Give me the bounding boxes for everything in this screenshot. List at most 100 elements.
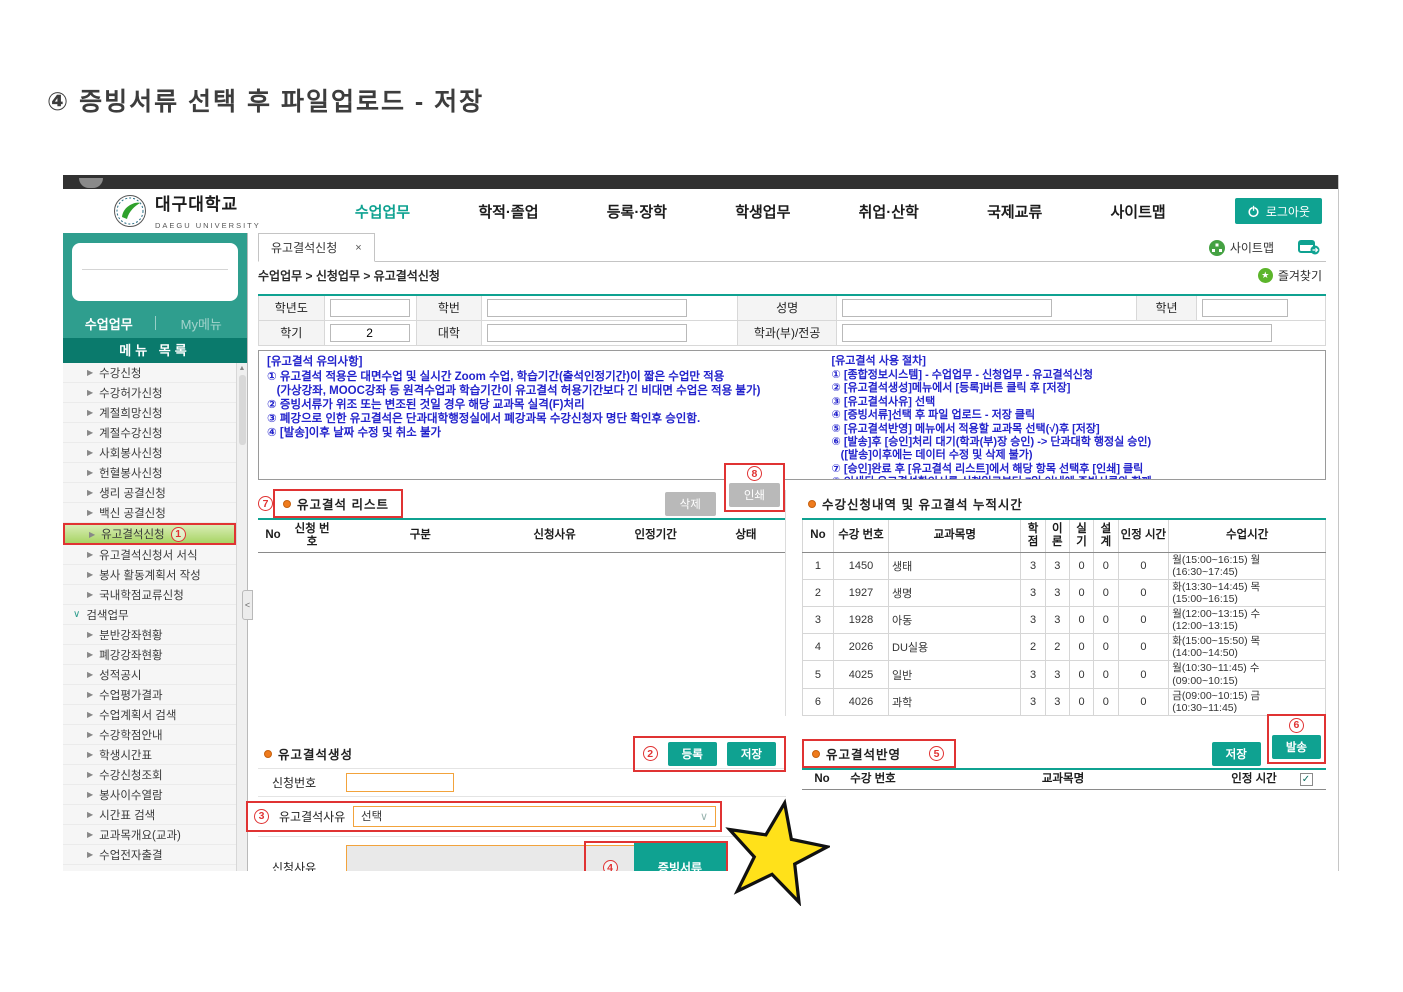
sidebar-item[interactable]: ▶수업계획서 검색 [63,705,236,725]
absence-list-empty [258,553,785,713]
notice-line: ④ [발송]이후 날짜 수정 및 취소 불가 [267,426,824,440]
highlight-star-icon [722,798,830,906]
star-icon: ★ [1258,268,1273,283]
name-label: 성명 [737,295,836,320]
name-input[interactable] [842,299,1052,317]
college-input[interactable] [487,324,687,342]
chevron-down-icon: ∨ [73,609,80,620]
sidebar-group-search[interactable]: ∨ 검색업무 [63,605,236,625]
triangle-right-icon: ▶ [87,428,93,437]
sitemap-link[interactable]: 사이트맵 [1209,239,1274,256]
request-no-input[interactable] [346,773,454,792]
sidebar-item[interactable]: ▶봉사 활동계획서 작성 [63,565,236,585]
sidebar-item[interactable]: ▶사회봉사신청 [63,443,236,463]
breadcrumb-row: 수업업무 > 신청업무 > 유고결석신청 ★ 즐겨찾기 [258,262,1326,289]
notice-line: ([발송]이후에는 데이터 수정 및 삭제 불가) [832,449,1318,462]
sidebar-item[interactable]: ▶학생시간표 [63,745,236,765]
annotation-box-5: 유고결석반영 5 [802,739,956,768]
triangle-right-icon: ▶ [87,690,93,699]
grade-input[interactable] [1202,299,1288,317]
nav-item[interactable]: 국제교류 [987,201,1042,222]
sidebar-tab-mymenu[interactable]: My메뉴 [156,314,248,333]
university-logo-icon [113,194,147,228]
nav-item[interactable]: 사이트맵 [1111,201,1166,222]
nav-item[interactable]: 등록·장학 [607,201,667,222]
favorite-button[interactable]: ★ 즐겨찾기 [1258,267,1322,284]
notice-procedure-title: [유고결석 사용 절차] [832,355,1318,368]
sidebar-item[interactable]: ▶수강허가신청 [63,383,236,403]
nav-item[interactable]: 학생업무 [735,201,790,222]
user-info-box [72,243,238,301]
annotation-4: 4 [603,860,618,871]
nav-item[interactable]: 학적·졸업 [478,201,538,222]
notice-box: [유고결석 유의사항] ① 유고결석 적용은 대면수업 및 실시간 Zoom 수… [258,350,1326,480]
scroll-up-icon[interactable]: ▲ [239,365,246,372]
sitemap-icon [1209,240,1225,256]
save-apply-button[interactable]: 저장 [1212,742,1261,766]
app-header: 대구대학교 DAEGU UNIVERSITY 수업업무 학적·졸업등록·장학학생… [63,189,1338,233]
studentno-label: 학번 [416,295,482,320]
sidebar-item[interactable]: ▶생리 공결신청 [63,483,236,503]
major-input[interactable] [842,324,1272,342]
absence-apply-table: No 수강 번호 교과목명 인정 시간 ✓ [802,768,1326,790]
popup-window-icon[interactable] [1298,240,1320,255]
sidebar-item[interactable]: ▶분반강좌현황 [63,625,236,645]
sidebar-item[interactable]: ▶수강학점안내 [63,725,236,745]
annotation-1: 1 [171,527,186,542]
sidebar-item[interactable]: ▶계절수강신청 [63,423,236,443]
delete-button[interactable]: 삭제 [665,492,716,516]
annotation-box-4: 4 증빙서류 [584,841,728,871]
attach-document-button[interactable]: 증빙서류 [634,843,726,871]
tab-absence-apply[interactable]: 유고결석신청 × [258,233,375,262]
annotation-box-2: 2 등록 저장 [633,736,786,772]
semester-input[interactable] [330,324,410,342]
triangle-right-icon: ▶ [87,508,93,517]
sidebar-item[interactable]: ▶백신 공결신청 [63,503,236,523]
sidebar-item-absence-apply[interactable]: ▶ 유고결석신청 1 [63,523,236,545]
sidebar-item[interactable]: ▶봉사이수열람 [63,785,236,805]
chevron-down-icon: ∨ [700,810,708,823]
sidebar-item[interactable]: ▶헌혈봉사신청 [63,463,236,483]
print-button[interactable]: 인쇄 [729,483,780,507]
notice-line: ④ [증빙서류]선택 후 파일 업로드 - 저장 클릭 [832,409,1318,422]
year-input[interactable] [330,299,410,317]
grade-label: 학년 [1137,295,1197,320]
sidebar-collapse-handle[interactable]: < [242,590,253,620]
save-create-button[interactable]: 저장 [727,742,776,766]
sidebar-item[interactable]: ▶계절희망신청 [63,403,236,423]
sidebar-item[interactable]: ▶수업전자출결 [63,845,236,865]
notice-line: ① [종합정보시스템] - 수업업무 - 신청업무 - 유고결석신청 [832,369,1318,382]
send-button[interactable]: 발송 [1272,735,1321,759]
power-icon [1247,205,1260,218]
sidebar-item[interactable]: ▶시간표 검색 [63,805,236,825]
studentno-input[interactable] [487,299,687,317]
select-all-checkbox[interactable]: ✓ [1300,773,1313,786]
sidebar-item[interactable]: ▶유고결석신청서 서식 [63,545,236,565]
absence-create-section: 유고결석생성 2 등록 저장 신청번호 3 [258,740,786,871]
triangle-right-icon: ▶ [87,368,93,377]
nav-item[interactable]: 취업·산학 [859,201,919,222]
annotation-2: 2 [643,746,658,761]
register-button[interactable]: 등록 [668,742,717,766]
scrollbar-thumb[interactable] [239,375,246,445]
sidebar-item[interactable]: ▶국내학점교류신청 [63,585,236,605]
section-bullet-icon [808,500,816,508]
logout-button[interactable]: 로그아웃 [1235,198,1322,224]
nav-item-active[interactable]: 수업업무 [355,201,410,222]
triangle-right-icon: ▶ [87,790,93,799]
sidebar-item[interactable]: ▶수업평가결과 [63,685,236,705]
annotation-5: 5 [929,746,944,761]
notice-line: ② 증빙서류가 위조 또는 변조된 것일 경우 해당 교과목 실격(F)처리 [267,398,824,412]
sidebar-item[interactable]: ▶폐강강좌현황 [63,645,236,665]
sidebar-item[interactable]: ▶수강신청조회 [63,765,236,785]
sidebar-item[interactable]: ▶교과목개요(교과) [63,825,236,845]
sidebar-item[interactable]: ▶수강신청 [63,363,236,383]
notice-line: ③ 폐강으로 인한 유고결석은 단과대학행정실에서 폐강과목 수강신청자 명단 … [267,412,824,426]
reason-type-select[interactable]: 선택 ∨ [353,806,716,827]
enrollment-row: 64026 과학 330 00 금(09:00~10:15) 금(10:30~1… [803,688,1326,715]
sidebar-item[interactable]: ▶성적공시 [63,665,236,685]
close-icon[interactable]: × [355,242,361,254]
notice-precautions-title: [유고결석 유의사항] [267,355,824,369]
sidebar-tab-work[interactable]: 수업업무 [63,314,155,333]
notice-line: ③ [유고결석사유] 선택 [832,396,1318,409]
